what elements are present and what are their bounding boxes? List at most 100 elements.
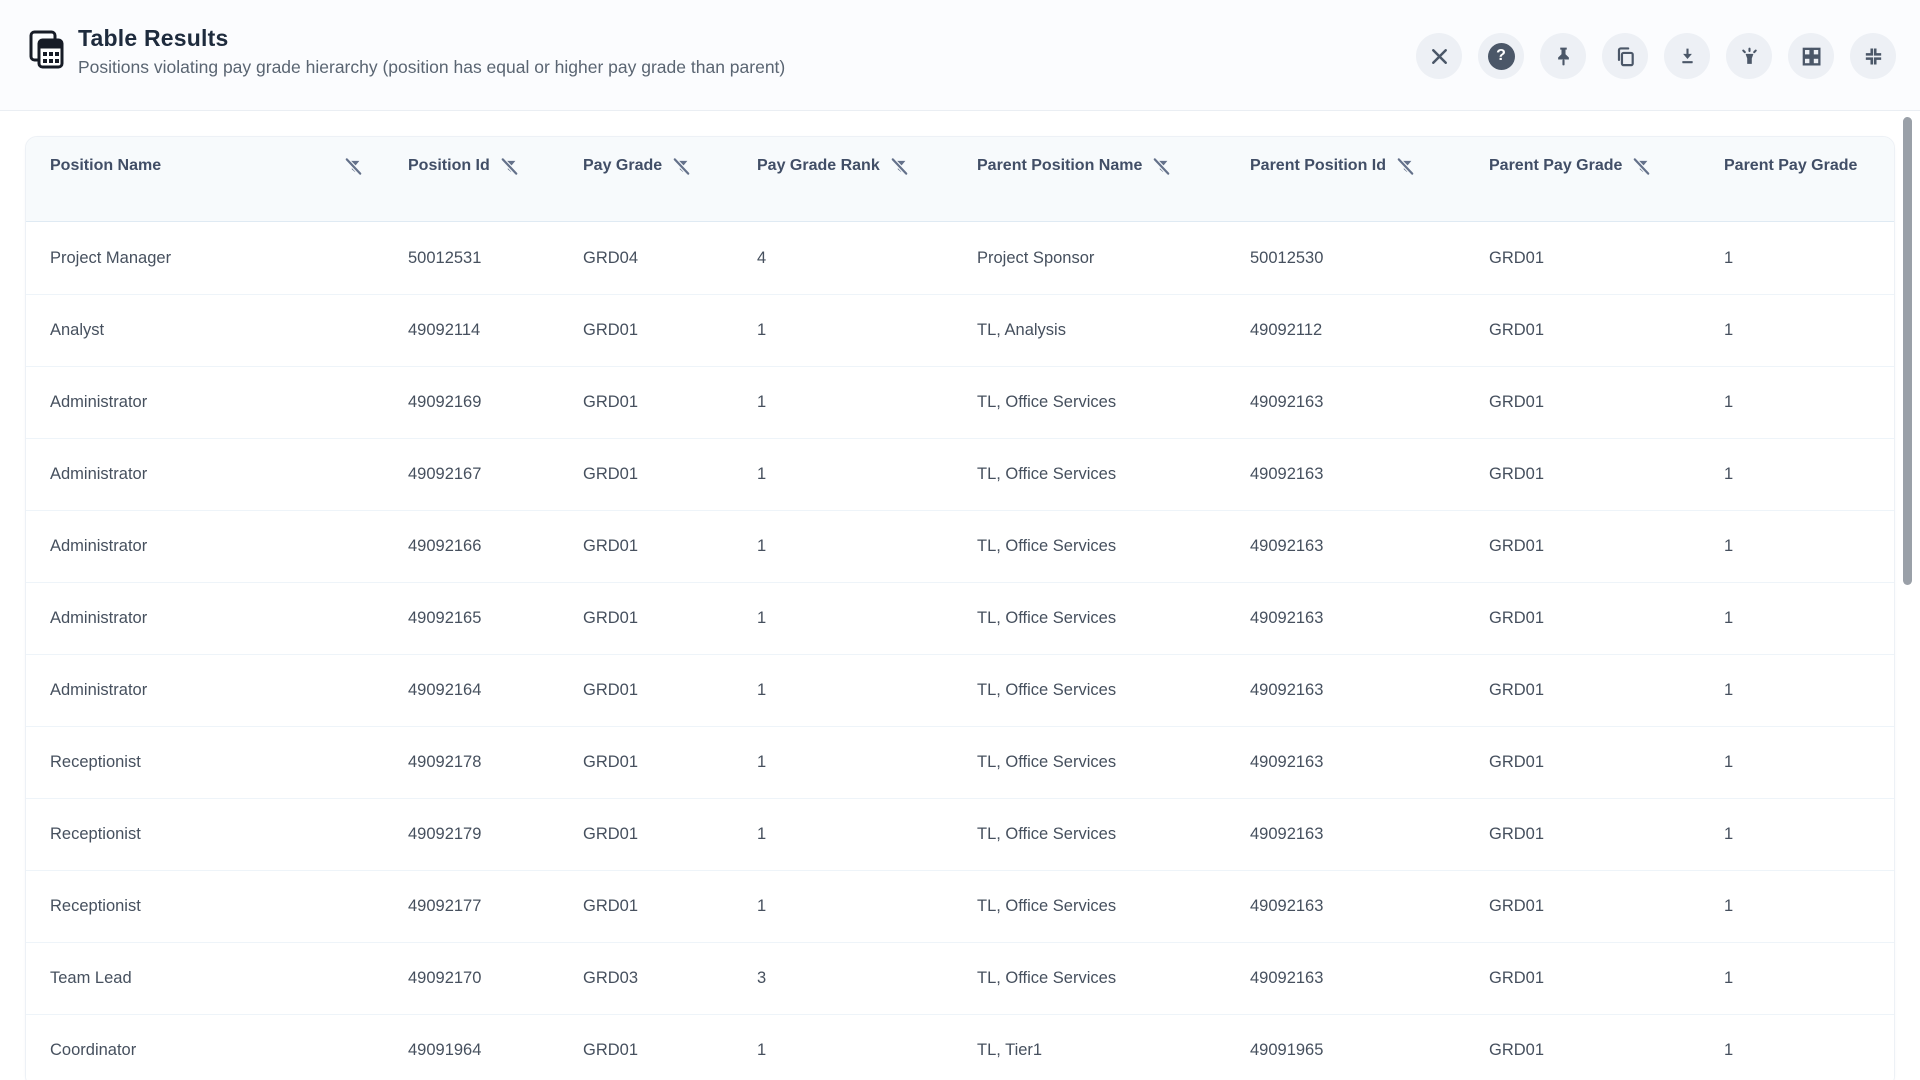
table-row[interactable]: Project Manager50012531GRD044Project Spo… <box>26 222 1894 294</box>
column-header-position_id[interactable]: Position Id <box>408 137 583 195</box>
insights-button[interactable] <box>1726 33 1772 79</box>
table-results-card: Position Name Position IdPay GradePay Gra… <box>25 136 1895 1080</box>
table-row[interactable]: Team Lead49092170GRD033TL, Office Servic… <box>26 942 1894 1014</box>
download-icon <box>1676 45 1699 68</box>
cell-parent_position_id: 49092163 <box>1250 969 1489 988</box>
cell-position_id: 49092166 <box>408 537 583 556</box>
cell-position_name: Coordinator <box>26 1041 408 1060</box>
table-row[interactable]: Administrator49092167GRD011TL, Office Se… <box>26 438 1894 510</box>
cell-pay_grade: GRD01 <box>583 393 757 412</box>
table-row[interactable]: Receptionist49092178GRD011TL, Office Ser… <box>26 726 1894 798</box>
table-row[interactable]: Receptionist49092177GRD011TL, Office Ser… <box>26 870 1894 942</box>
table-row[interactable]: Administrator49092166GRD011TL, Office Se… <box>26 510 1894 582</box>
column-header-pay_grade_rank[interactable]: Pay Grade Rank <box>757 137 977 195</box>
column-header-pay_grade[interactable]: Pay Grade <box>583 137 757 195</box>
collapse-button[interactable] <box>1850 33 1896 79</box>
column-header-parent_position_id[interactable]: Parent Position Id <box>1250 137 1489 195</box>
column-label: Position Name <box>50 157 161 175</box>
cell-position_id: 50012531 <box>408 249 583 268</box>
pushpin-icon <box>1552 45 1575 68</box>
cell-parent_pay_grade_rank: 1 <box>1724 609 1894 628</box>
cell-parent_position_name: TL, Office Services <box>977 825 1250 844</box>
help-button[interactable]: ? <box>1478 33 1524 79</box>
cell-parent_pay_grade: GRD01 <box>1489 969 1724 988</box>
table-row[interactable]: Receptionist49092179GRD011TL, Office Ser… <box>26 798 1894 870</box>
cell-position_id: 49092114 <box>408 321 583 340</box>
column-label: Parent Position Name <box>977 157 1142 175</box>
cell-position_id: 49092169 <box>408 393 583 412</box>
cell-parent_pay_grade: GRD01 <box>1489 1041 1724 1060</box>
column-label: Parent Position Id <box>1250 157 1386 175</box>
cell-parent_pay_grade_rank: 1 <box>1724 465 1894 484</box>
filter-off-icon[interactable] <box>499 156 520 177</box>
cell-parent_pay_grade_rank: 1 <box>1724 1041 1894 1060</box>
cell-pay_grade: GRD01 <box>583 681 757 700</box>
cell-parent_pay_grade_rank: 1 <box>1724 897 1894 916</box>
table-row[interactable]: Administrator49092165GRD011TL, Office Se… <box>26 582 1894 654</box>
cell-position_id: 49092179 <box>408 825 583 844</box>
cell-position_name: Receptionist <box>26 753 408 772</box>
cell-parent_position_id: 49092163 <box>1250 897 1489 916</box>
cell-parent_pay_grade: GRD01 <box>1489 825 1724 844</box>
cell-pay_grade: GRD01 <box>583 609 757 628</box>
table-copy-icon <box>24 27 68 71</box>
page-title: Table Results <box>78 25 785 52</box>
cell-parent_pay_grade_rank: 1 <box>1724 249 1894 268</box>
column-label: Parent Pay Grade <box>1489 157 1622 175</box>
cell-parent_pay_grade_rank: 1 <box>1724 393 1894 412</box>
cell-parent_position_id: 49092112 <box>1250 321 1489 340</box>
cell-position_id: 49092170 <box>408 969 583 988</box>
table-row[interactable]: Coordinator49091964GRD011TL, Tier1490919… <box>26 1014 1894 1080</box>
table-row[interactable]: Administrator49092164GRD011TL, Office Se… <box>26 654 1894 726</box>
cell-position_name: Administrator <box>26 681 408 700</box>
cell-position_name: Administrator <box>26 393 408 412</box>
close-button[interactable] <box>1416 33 1462 79</box>
filter-off-icon[interactable] <box>343 156 364 177</box>
filter-off-icon[interactable] <box>1151 156 1172 177</box>
cell-pay_grade_rank: 1 <box>757 897 977 916</box>
cell-position_name: Receptionist <box>26 897 408 916</box>
cell-parent_pay_grade_rank: 1 <box>1724 321 1894 340</box>
cell-pay_grade: GRD01 <box>583 897 757 916</box>
cell-parent_position_name: TL, Office Services <box>977 393 1250 412</box>
table-row[interactable]: Administrator49092169GRD011TL, Office Se… <box>26 366 1894 438</box>
question-icon: ? <box>1488 43 1515 70</box>
cell-pay_grade_rank: 1 <box>757 537 977 556</box>
cell-parent_pay_grade_rank: 1 <box>1724 825 1894 844</box>
column-header-parent_pay_grade[interactable]: Parent Pay Grade <box>1489 137 1724 195</box>
cell-parent_position_name: TL, Office Services <box>977 537 1250 556</box>
cell-position_id: 49091964 <box>408 1041 583 1060</box>
filter-off-icon[interactable] <box>889 156 910 177</box>
cell-pay_grade_rank: 1 <box>757 321 977 340</box>
vertical-scrollbar-thumb[interactable] <box>1903 117 1912 585</box>
filter-off-icon[interactable] <box>1395 156 1416 177</box>
cell-parent_position_id: 49092163 <box>1250 681 1489 700</box>
cell-pay_grade: GRD01 <box>583 537 757 556</box>
cell-pay_grade_rank: 3 <box>757 969 977 988</box>
cell-position_id: 49092164 <box>408 681 583 700</box>
cell-parent_position_id: 49092163 <box>1250 465 1489 484</box>
column-header-parent_position_name[interactable]: Parent Position Name <box>977 137 1250 195</box>
cell-position_name: Project Manager <box>26 249 408 268</box>
grid-view-button[interactable] <box>1788 33 1834 79</box>
cell-pay_grade_rank: 1 <box>757 393 977 412</box>
table-header-row: Position Name Position IdPay GradePay Gra… <box>26 137 1894 222</box>
cell-position_id: 49092165 <box>408 609 583 628</box>
cell-pay_grade: GRD01 <box>583 465 757 484</box>
column-header-parent_pay_grade_rank[interactable]: Parent Pay Grade <box>1724 137 1894 195</box>
table-row[interactable]: Analyst49092114GRD011TL, Analysis4909211… <box>26 294 1894 366</box>
cell-parent_pay_grade: GRD01 <box>1489 321 1724 340</box>
filter-off-icon[interactable] <box>671 156 692 177</box>
cell-pay_grade: GRD01 <box>583 825 757 844</box>
cell-position_id: 49092167 <box>408 465 583 484</box>
cell-parent_pay_grade_rank: 1 <box>1724 681 1894 700</box>
column-header-position_name[interactable]: Position Name <box>26 137 408 195</box>
copy-button[interactable] <box>1602 33 1648 79</box>
grid-icon <box>1800 45 1823 68</box>
download-button[interactable] <box>1664 33 1710 79</box>
cell-parent_position_name: TL, Office Services <box>977 897 1250 916</box>
filter-off-icon[interactable] <box>1631 156 1652 177</box>
cell-parent_pay_grade: GRD01 <box>1489 537 1724 556</box>
cell-parent_pay_grade: GRD01 <box>1489 753 1724 772</box>
pin-button[interactable] <box>1540 33 1586 79</box>
